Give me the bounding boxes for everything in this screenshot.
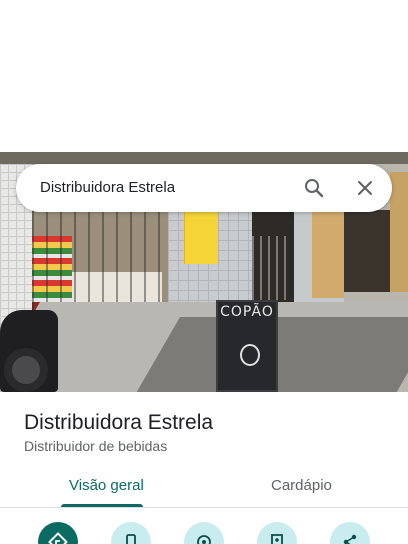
directions-icon xyxy=(48,532,68,544)
close-icon[interactable] xyxy=(353,176,377,200)
search-bar[interactable]: Distribuidora Estrela xyxy=(16,164,392,212)
top-blank-area xyxy=(0,0,408,152)
photo-door-grate xyxy=(252,236,292,300)
photo-posters xyxy=(184,212,218,264)
photo-ceiling xyxy=(0,152,408,164)
photo-chalkboard-drawing xyxy=(240,344,260,366)
tab-menu[interactable]: Cardápio xyxy=(271,477,332,494)
place-category[interactable]: Distribuidor de bebidas xyxy=(24,438,167,454)
location-icon xyxy=(197,535,211,544)
search-input[interactable]: Distribuidora Estrela xyxy=(40,179,175,196)
tab-overview[interactable]: Visão geral xyxy=(69,477,144,494)
photo-doorway-right xyxy=(344,210,390,292)
tab-divider xyxy=(0,507,408,508)
photo-chalkboard-text: COPÃO xyxy=(220,304,274,320)
share-icon xyxy=(343,534,357,544)
photo-motorcycle-wheel xyxy=(4,348,48,392)
save-button[interactable] xyxy=(257,522,297,544)
call-button[interactable] xyxy=(111,522,151,544)
place-title: Distribuidora Estrela xyxy=(24,411,214,434)
photo-wall-far xyxy=(390,172,408,292)
directions-button[interactable] xyxy=(38,522,78,544)
nearby-button[interactable] xyxy=(184,522,224,544)
search-icon[interactable] xyxy=(302,176,326,200)
photo-wall-right xyxy=(312,210,344,298)
share-button[interactable] xyxy=(330,522,370,544)
save-icon xyxy=(271,534,283,544)
phone-icon xyxy=(126,534,136,544)
